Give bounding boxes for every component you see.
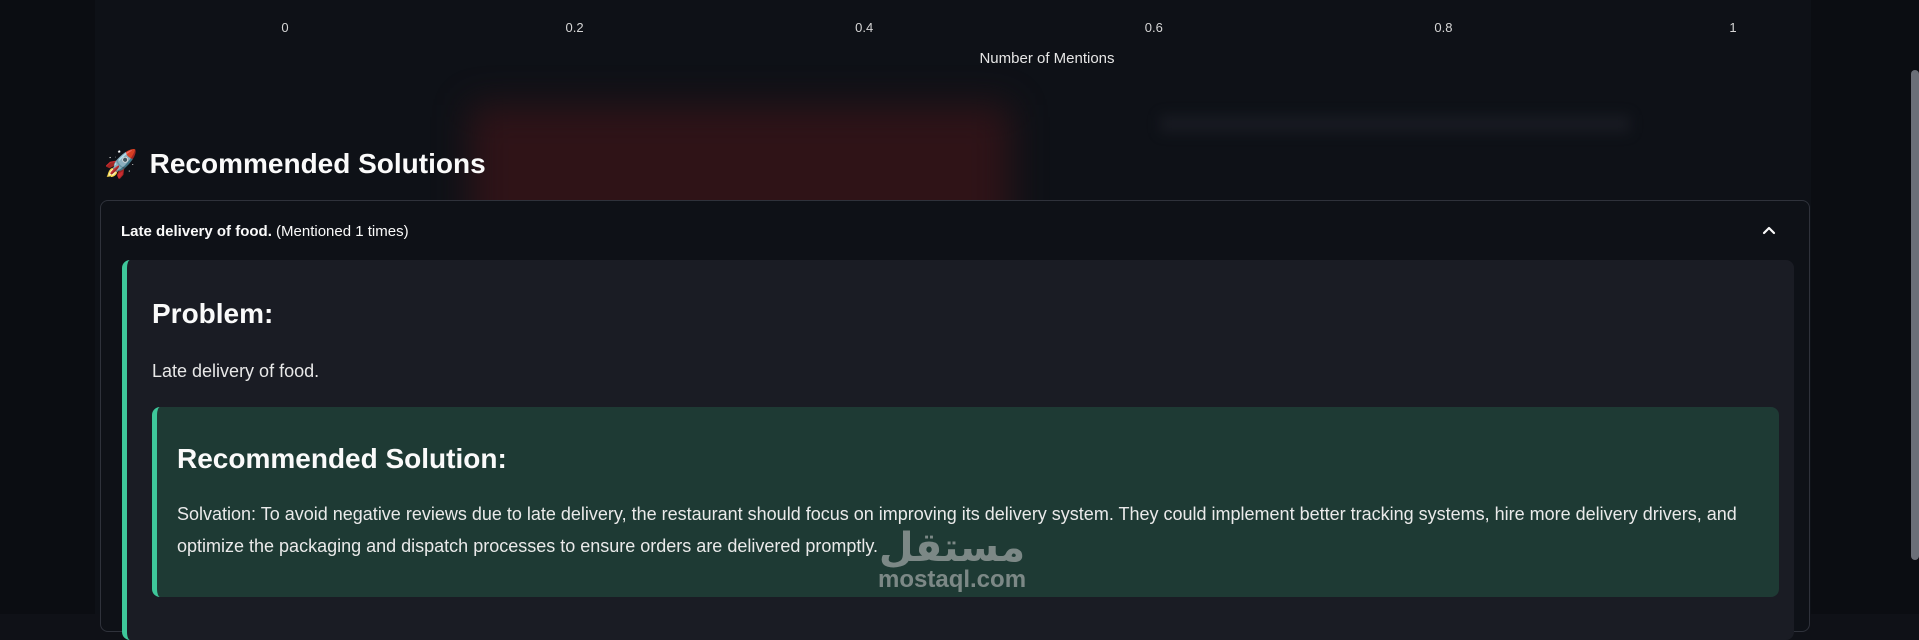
x-axis-title: Number of Mentions — [979, 50, 1115, 67]
x-tick-label: 0.8 — [1434, 20, 1453, 35]
expander-title-count: (Mentioned 1 times) — [271, 223, 409, 240]
problem-text: Late delivery of food. — [152, 361, 320, 381]
expander-header[interactable]: Late delivery of food. (Mentioned 1 time… — [121, 223, 409, 240]
right-backdrop — [1811, 0, 1919, 614]
watermark-latin: mostaql.com — [878, 566, 1027, 593]
x-tick-label: 0.2 — [565, 20, 584, 35]
section-title: Recommended Solutions — [149, 148, 486, 179]
x-tick-label: 0.6 — [1144, 20, 1163, 35]
watermark-arabic: مستقل — [878, 525, 1026, 571]
section-header: 🚀 Recommended Solutions — [104, 144, 486, 184]
watermark: مستقل mostaql.com — [878, 528, 1026, 592]
scrollbar-thumb[interactable] — [1911, 70, 1919, 560]
expander-title-bold: Late delivery of food. — [121, 223, 272, 240]
chevron-up-icon[interactable] — [1757, 219, 1781, 243]
chart-x-axis: 0 0.2 0.4 0.6 0.8 1 — [95, 0, 1811, 90]
background-blur-bar — [1160, 115, 1630, 133]
rocket-icon: 🚀 — [104, 148, 138, 179]
left-backdrop — [0, 0, 95, 614]
x-tick-label: 0.4 — [855, 20, 874, 35]
solution-heading: Recommended Solution: — [177, 443, 507, 474]
problem-heading: Problem: — [152, 298, 274, 329]
x-tick-label: 0 — [281, 20, 289, 35]
x-tick-label: 1 — [1729, 20, 1737, 35]
